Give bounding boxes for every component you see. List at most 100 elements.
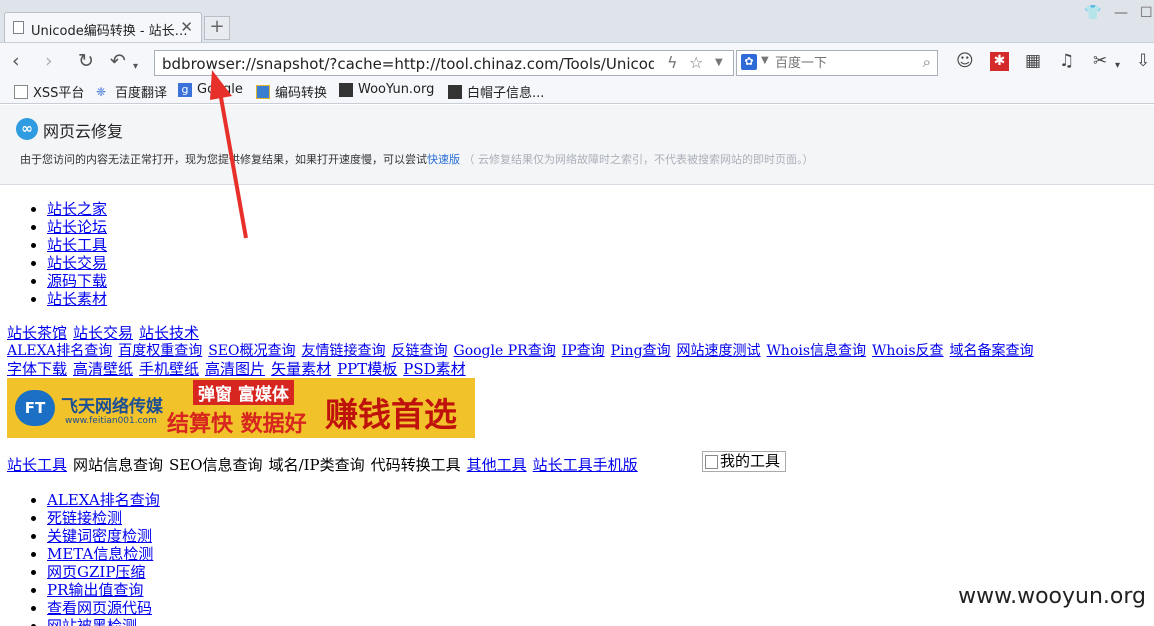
code-icon [256,84,270,99]
close-tab-icon[interactable]: ✕ [180,18,193,36]
link[interactable]: 高清壁纸 [73,360,133,378]
maximize-icon[interactable]: ☐ [1140,5,1153,21]
category-text: 域名/IP类查询 [268,456,365,474]
chat-icon[interactable]: ☺ [956,52,974,70]
minimize-icon[interactable]: — [1114,5,1128,21]
browser-tab[interactable]: Unicode编码转换 - 站长… ✕ [4,12,202,42]
link[interactable]: Whois反查 [872,343,944,359]
link[interactable]: SEO概况查询 [208,343,295,359]
list-item: 站长工具 [47,236,107,254]
skin-icon[interactable]: 👕 [1084,5,1101,21]
link[interactable]: 手机壁纸 [139,360,199,378]
link[interactable]: 网站速度测试 [677,343,761,359]
link[interactable]: PPT模板 [337,360,397,378]
hat-icon [448,84,462,99]
list-item: PR输出值查询 [47,581,160,599]
bookmark-item[interactable]: 编码转换 [256,82,327,101]
tool-link[interactable]: META信息检测 [47,545,153,563]
link[interactable]: Whois信息查询 [767,343,867,359]
category-text: SEO信息查询 [169,456,263,474]
bookmark-item[interactable]: 白帽子信息... [448,82,544,101]
forward-icon[interactable]: › [45,51,53,71]
speaker-icon[interactable]: ♫ [1059,52,1074,70]
link[interactable]: 站长茶馆 [7,324,67,342]
category-text: 网站信息查询 [73,456,164,474]
tool-link[interactable]: PR输出值查询 [47,581,143,599]
bookmark-item[interactable]: ❈ 百度翻译 [96,82,167,102]
category-link[interactable]: 其他工具 [467,456,527,474]
tool-link[interactable]: 网站被黑检测 [47,617,137,626]
page-icon [14,84,28,99]
category-link[interactable]: 站长工具 [7,456,67,474]
link[interactable]: Ping查询 [611,343,671,359]
notice-disclaimer: （ 云修复结果仅为网络故障时之索引，不代表被搜索网站的即时页面。） [463,153,814,166]
link[interactable]: 矢量素材 [271,360,331,378]
link-row: 字体下载 高清壁纸 手机壁纸 高清图片 矢量素材 PPT模板 PSD素材 [7,360,472,378]
list-item: 关键词密度检测 [47,527,160,545]
link[interactable]: Google PR查询 [454,343,556,359]
bookmark-item[interactable]: WooYun.org [339,82,434,97]
link[interactable]: 反链查询 [392,343,448,359]
extension-icon[interactable]: ✱ [990,52,1009,71]
scissors-dropdown-icon[interactable]: ▾ [1115,57,1120,75]
bookmark-item[interactable]: g Google [178,82,243,97]
url-dropdown-icon[interactable]: ▼ [715,57,723,68]
link[interactable]: 友情链接查询 [302,343,386,359]
back-icon[interactable]: ‹ [12,51,20,71]
my-tools-image[interactable]: 我的工具 [702,451,786,472]
company-logo: FT [15,390,55,426]
nav-link[interactable]: 站长素材 [47,290,107,308]
url-text[interactable]: bdbrowser://snapshot/?cache=http://tool.… [162,55,654,73]
tool-link[interactable]: 查看网页源代码 [47,599,152,617]
engine-dropdown-icon[interactable]: ▼ [761,55,769,66]
bookmark-item[interactable]: XSS平台 [14,82,84,101]
search-box[interactable]: ✿ ▼ ⌕ [736,50,938,76]
tool-link[interactable]: 关键词密度检测 [47,527,152,545]
link[interactable]: 字体下载 [7,360,67,378]
search-icon[interactable]: ⌕ [923,53,931,71]
scissors-icon[interactable]: ✂ [1093,52,1107,70]
undo-dropdown-icon[interactable]: ▾ [133,57,138,77]
fast-version-link[interactable]: 快速版 [427,153,460,166]
link[interactable]: 高清图片 [205,360,265,378]
link-row: 站长茶馆 站长交易 站长技术 [7,324,205,342]
list-item: 站长之家 [47,200,107,218]
nav-link[interactable]: 站长之家 [47,200,107,218]
list-item: 源码下载 [47,272,107,290]
star-icon[interactable]: ☆ [689,53,703,72]
search-input[interactable] [775,54,915,72]
tool-link[interactable]: ALEXA排名查询 [47,491,160,509]
link[interactable]: 站长技术 [139,324,199,342]
list-item: 网站被黑检测 [47,617,160,626]
list-item: ALEXA排名查询 [47,491,160,509]
list-item: 站长素材 [47,290,107,308]
link[interactable]: IP查询 [562,343,605,359]
link[interactable]: 百度权重查询 [118,343,202,359]
nav-link[interactable]: 源码下载 [47,272,107,290]
link[interactable]: 域名备案查询 [950,343,1034,359]
ad-banner[interactable]: FT 飞天网络传媒 www.feitian001.com 弹窗 富媒体 结算快 … [7,378,475,438]
tool-link[interactable]: 死链接检测 [47,509,122,527]
lightning-icon[interactable]: ϟ [667,53,678,72]
download-icon[interactable]: ⇩ [1136,52,1150,70]
new-tab-button[interactable]: + [204,16,230,40]
apps-icon[interactable]: ▦ [1025,52,1041,70]
list-item: 网页GZIP压缩 [47,563,160,581]
address-bar[interactable]: bdbrowser://snapshot/?cache=http://tool.… [154,50,734,76]
link[interactable]: ALEXA排名查询 [7,343,112,359]
category-link[interactable]: 站长工具手机版 [533,456,638,474]
nav-link[interactable]: 站长交易 [47,254,107,272]
nav-link[interactable]: 站长工具 [47,236,107,254]
wooyun-icon [339,82,353,97]
reload-icon[interactable]: ↻ [78,51,94,71]
notice-message: 由于您访问的内容无法正常打开，现为您提供修复结果，如果打开速度慢，可以尝试快速版… [20,153,814,166]
nav-link[interactable]: 站长论坛 [47,218,107,236]
baidu-paw-icon[interactable]: ✿ [741,54,757,70]
undo-icon[interactable]: ↶ [110,51,126,71]
link[interactable]: 站长交易 [73,324,133,342]
banner-slogan: 结算快 数据好 [167,412,307,437]
tool-link[interactable]: 网页GZIP压缩 [47,563,145,581]
link[interactable]: PSD素材 [403,360,465,378]
banner-popup: 弹窗 富媒体 [193,380,294,405]
top-nav-list: 站长之家 站长论坛 站长工具 站长交易 源码下载 站长素材 [47,200,107,308]
